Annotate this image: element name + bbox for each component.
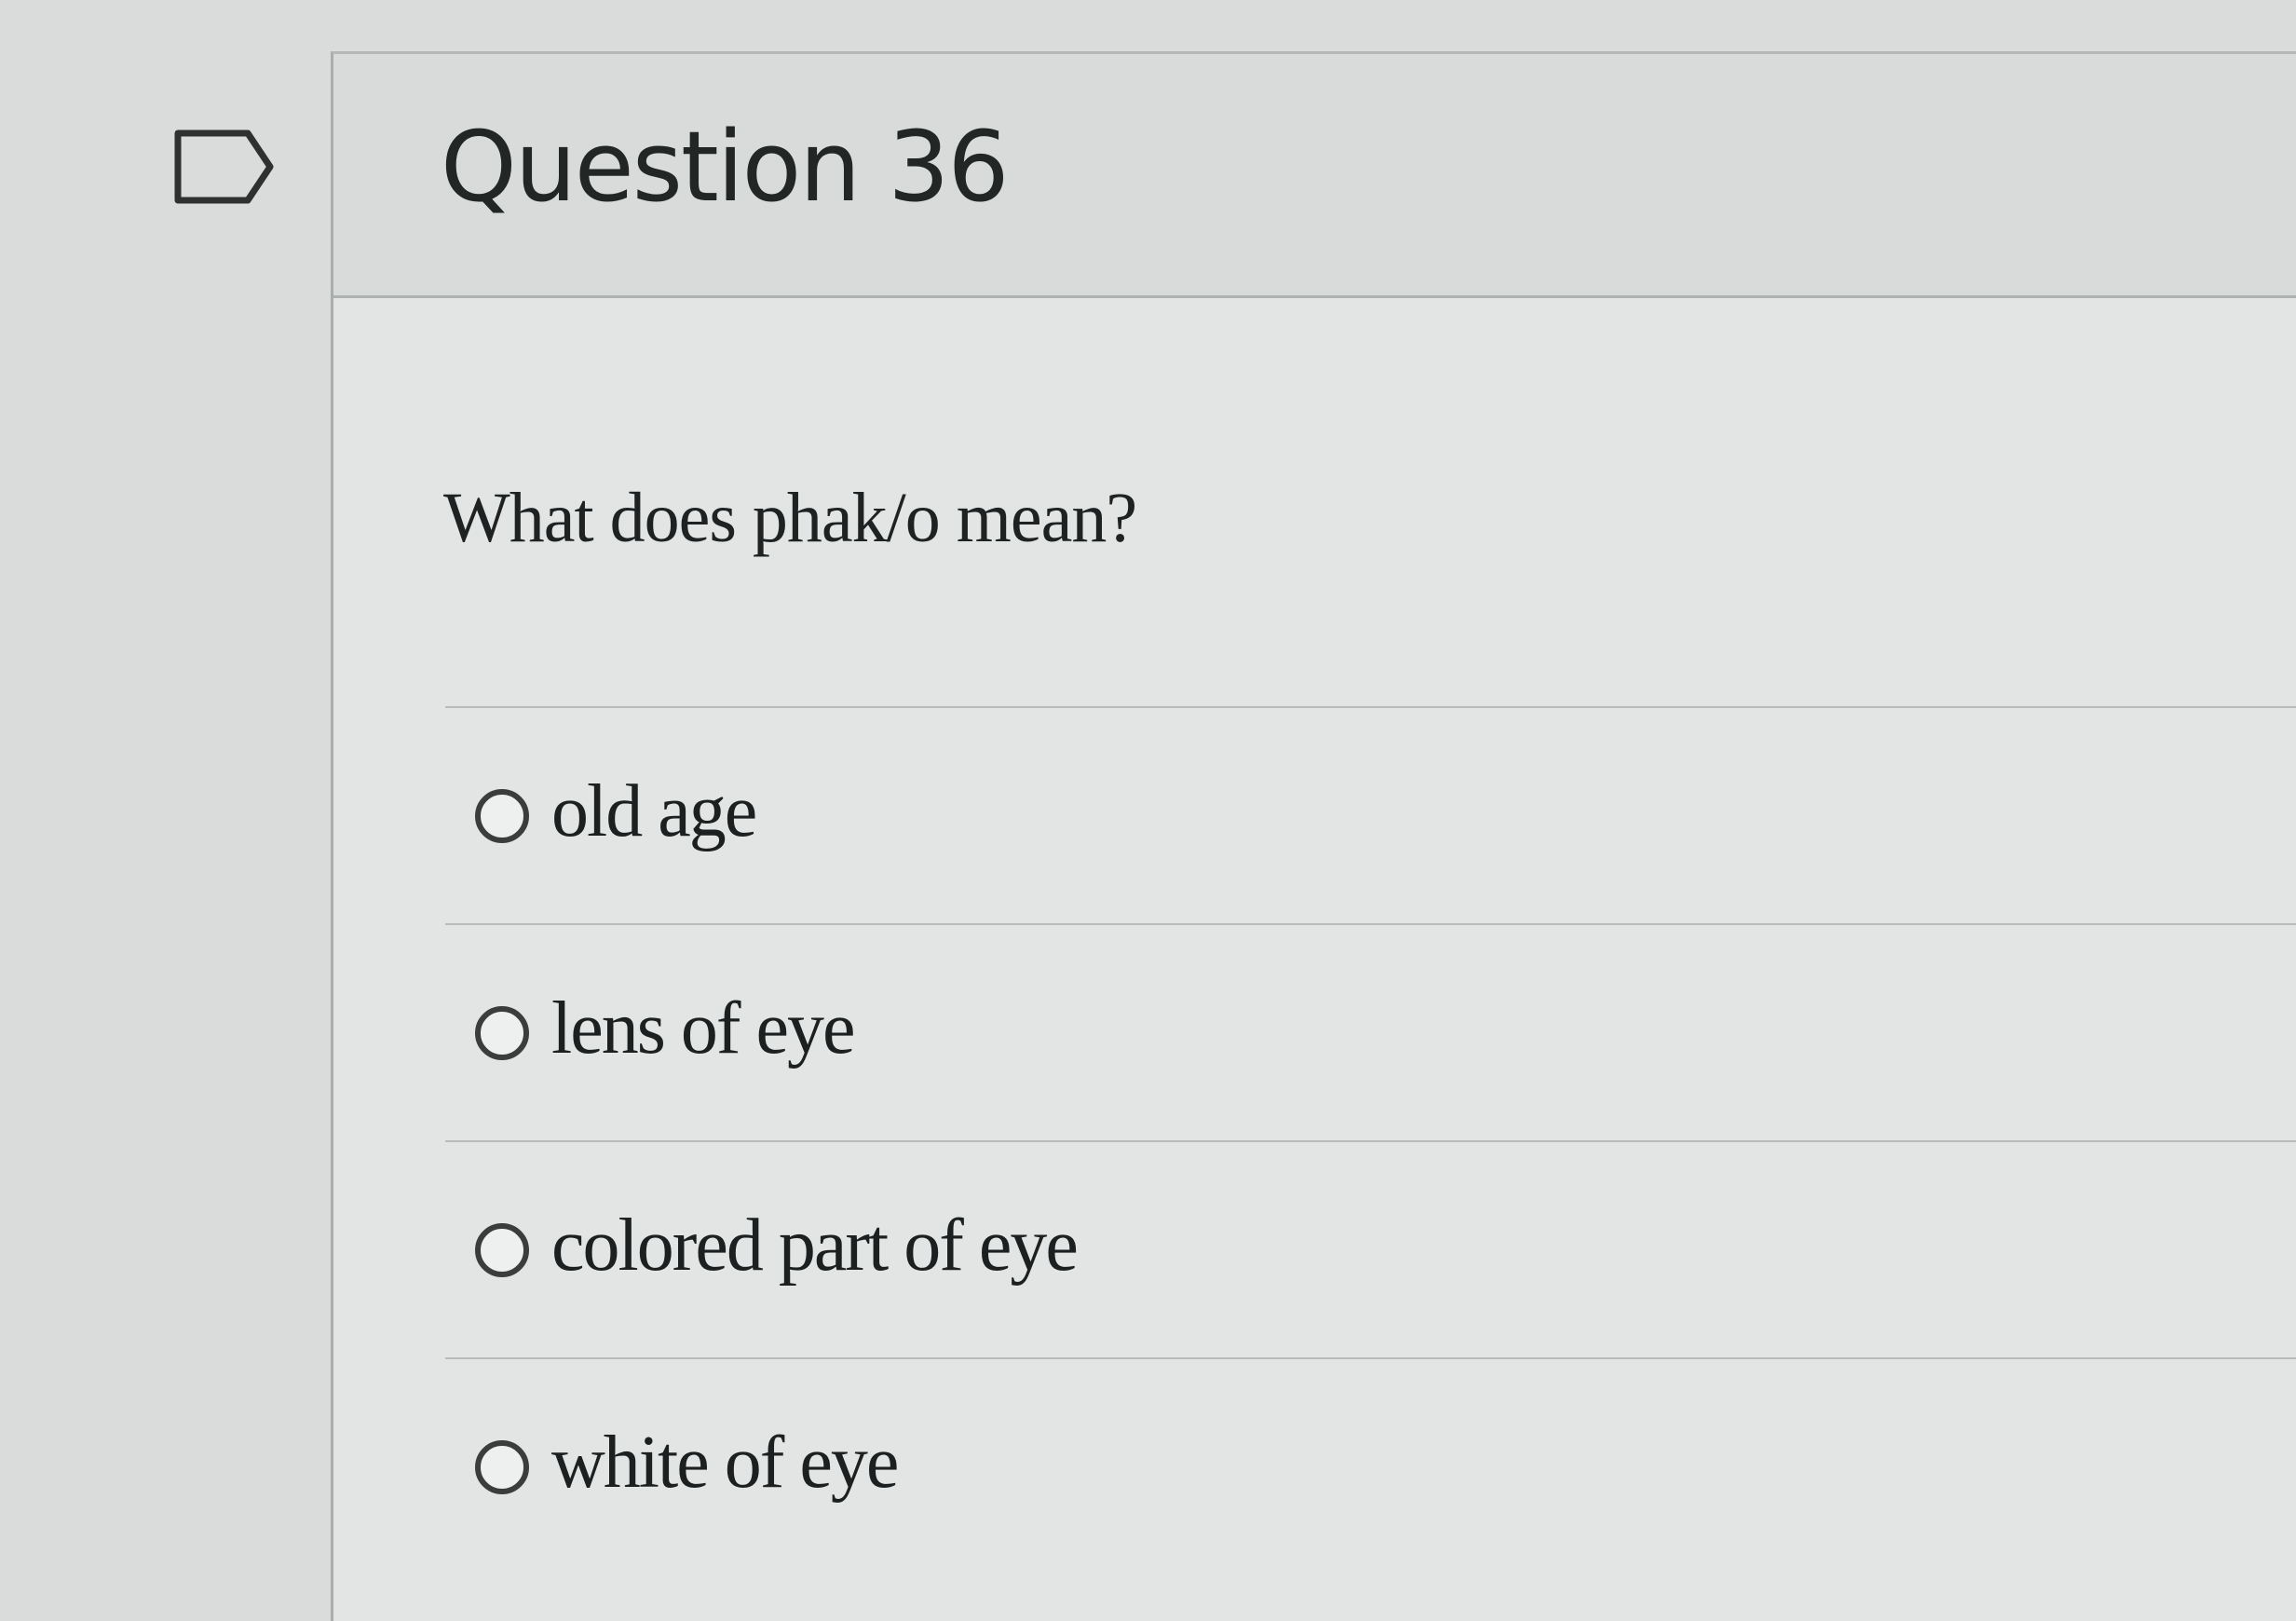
answer-option-colored-part-of-eye[interactable]: colored part of eye [445,1140,2296,1357]
answer-label[interactable]: lens of eye [551,987,856,1071]
radio-unchecked-icon[interactable] [475,1005,529,1060]
answer-label[interactable]: colored part of eye [551,1204,1079,1288]
question-title: Question 36 [441,110,1010,224]
answer-label[interactable]: old age [551,770,757,854]
question-card: Question 36 What does phak/o mean? old a… [331,51,2296,1621]
answer-option-white-of-eye[interactable]: white of eye [445,1357,2296,1574]
radio-unchecked-icon[interactable] [475,1439,529,1494]
answer-label[interactable]: white of eye [551,1421,899,1505]
radio-unchecked-icon[interactable] [475,788,529,843]
answer-option-lens-of-eye[interactable]: lens of eye [445,923,2296,1140]
question-header: Question 36 [333,54,2296,298]
flag-question-icon[interactable] [173,129,276,205]
answer-list: old age lens of eye colored part of eye … [445,706,2296,1574]
answer-option-old-age[interactable]: old age [445,706,2296,923]
radio-unchecked-icon[interactable] [475,1222,529,1277]
question-text: What does phak/o mean? [443,479,1137,557]
